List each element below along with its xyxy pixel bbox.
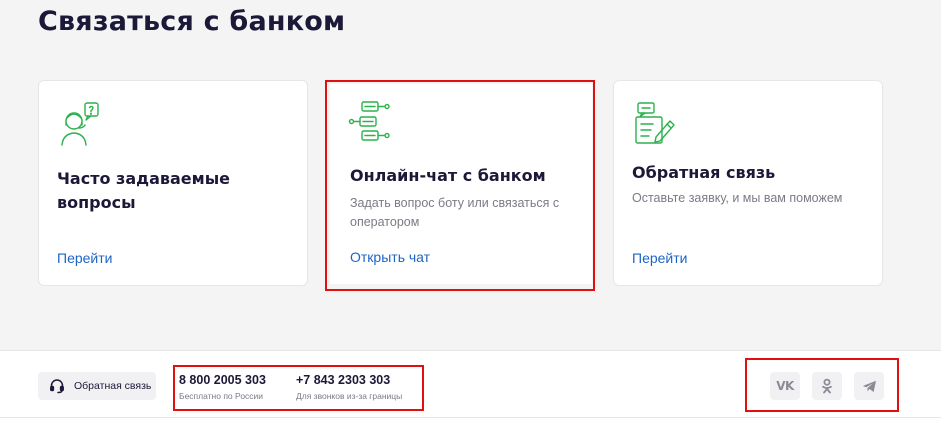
phone-abroad-note: Для звонков из-за границы bbox=[296, 391, 403, 401]
feedback-card-title: Обратная связь bbox=[632, 163, 776, 182]
feedback-card-description: Оставьте заявку, и мы вам поможем bbox=[632, 191, 843, 205]
faq-card[interactable]: Часто задаваемые вопросы Перейти bbox=[38, 80, 308, 286]
phone-abroad[interactable]: +7 843 2303 303 Для звонков из-за границ… bbox=[296, 373, 402, 401]
page-title: Связаться с банком bbox=[38, 6, 346, 37]
phone-russia[interactable]: 8 800 2005 303 Бесплатно по России bbox=[179, 373, 266, 401]
telegram-icon bbox=[862, 380, 876, 392]
telegram-button[interactable] bbox=[854, 372, 884, 400]
vk-button[interactable]: VK bbox=[770, 372, 800, 400]
online-chat-card[interactable]: Онлайн-чат с банком Задать вопрос боту и… bbox=[330, 84, 592, 284]
faq-card-title: Часто задаваемые вопросы bbox=[57, 169, 231, 212]
online-chat-card-title: Онлайн-чат с банком bbox=[350, 166, 546, 185]
headset-icon bbox=[50, 379, 64, 394]
odnoklassniki-icon bbox=[822, 378, 832, 394]
footer-feedback-button[interactable]: Обратная связь bbox=[38, 372, 156, 400]
footer-feedback-label: Обратная связь bbox=[74, 380, 152, 392]
vk-icon: VK bbox=[776, 379, 794, 393]
phone-abroad-number[interactable]: +7 843 2303 303 bbox=[296, 373, 402, 387]
phone-russia-number[interactable]: 8 800 2005 303 bbox=[179, 373, 266, 387]
feedback-card[interactable]: Обратная связь Оставьте заявку, и мы вам… bbox=[613, 80, 883, 286]
chat-bubbles-icon bbox=[348, 101, 390, 141]
feedback-form-pen-icon bbox=[635, 102, 675, 144]
faq-person-question-icon bbox=[61, 102, 99, 146]
footer-divider bbox=[0, 417, 941, 418]
odnoklassniki-button[interactable] bbox=[812, 372, 842, 400]
phone-russia-note: Бесплатно по России bbox=[179, 391, 264, 401]
feedback-go-link[interactable]: Перейти bbox=[632, 250, 687, 266]
open-chat-link[interactable]: Открыть чат bbox=[350, 249, 430, 265]
faq-go-link[interactable]: Перейти bbox=[57, 250, 112, 266]
online-chat-card-description: Задать вопрос боту или связаться с опера… bbox=[350, 196, 560, 229]
